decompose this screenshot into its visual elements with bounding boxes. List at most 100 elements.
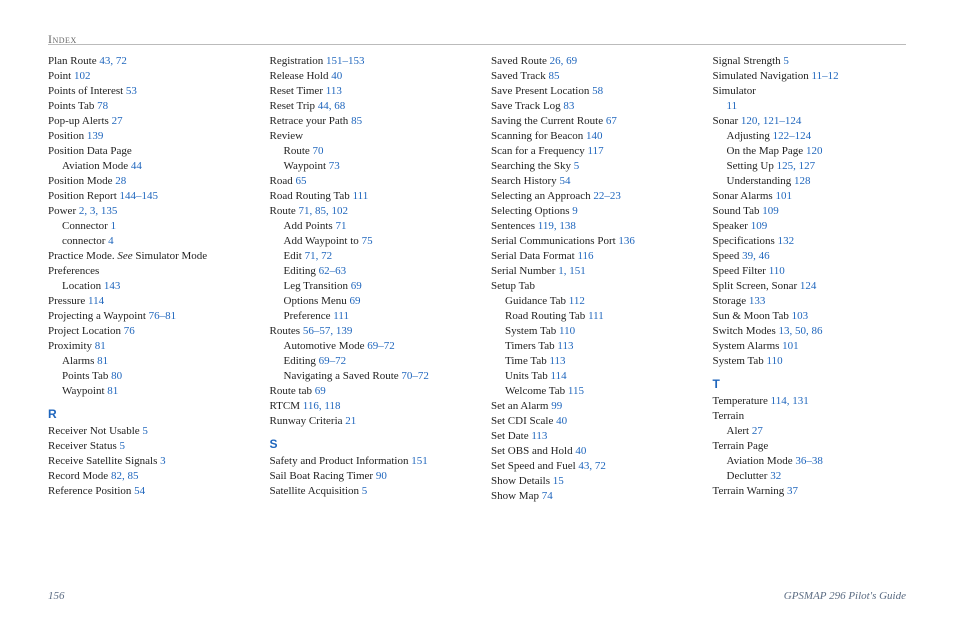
entry-pages[interactable]: 67	[606, 115, 617, 127]
entry-pages[interactable]: 5	[142, 425, 148, 437]
entry-pages[interactable]: 140	[586, 130, 603, 142]
entry-pages[interactable]: 83	[563, 100, 574, 112]
entry-pages[interactable]: 114	[550, 370, 566, 382]
entry-pages[interactable]: 65	[295, 175, 306, 187]
entry-pages[interactable]: 76	[124, 325, 135, 337]
entry-pages[interactable]: 37	[787, 485, 798, 497]
entry-pages[interactable]: 26, 69	[550, 55, 578, 67]
entry-pages[interactable]: 78	[97, 100, 108, 112]
entry-pages[interactable]: 70–72	[401, 370, 429, 382]
entry-pages[interactable]: 143	[104, 280, 121, 292]
entry-pages[interactable]: 82, 85	[111, 470, 139, 482]
entry-pages[interactable]: 120, 121–124	[741, 115, 802, 127]
entry-pages[interactable]: 9	[572, 205, 578, 217]
entry-pages[interactable]: 85	[351, 115, 362, 127]
entry-pages[interactable]: 151	[411, 455, 428, 467]
entry-pages[interactable]: 15	[553, 475, 564, 487]
entry-pages[interactable]: 40	[556, 415, 567, 427]
entry-pages[interactable]: 102	[74, 70, 91, 82]
entry-pages[interactable]: 73	[329, 160, 340, 172]
entry-pages[interactable]: 5	[362, 485, 368, 497]
entry-pages[interactable]: 75	[362, 235, 373, 247]
entry-pages[interactable]: 71	[335, 220, 346, 232]
entry-pages[interactable]: 116	[577, 250, 593, 262]
entry-pages[interactable]: 151–153	[326, 55, 365, 67]
entry-pages[interactable]: 11–12	[811, 70, 838, 82]
entry-pages[interactable]: 28	[115, 175, 126, 187]
entry-pages[interactable]: 56–57, 139	[303, 325, 353, 337]
entry-pages[interactable]: 111	[333, 310, 349, 322]
entry-pages[interactable]: 110	[767, 355, 783, 367]
entry-pages[interactable]: 119, 138	[538, 220, 576, 232]
entry-pages[interactable]: 115	[568, 385, 584, 397]
entry-pages[interactable]: 69	[350, 295, 361, 307]
entry-pages[interactable]: 101	[775, 190, 792, 202]
entry-pages[interactable]: 27	[752, 425, 763, 437]
entry-pages[interactable]: 110	[769, 265, 785, 277]
entry-pages[interactable]: 111	[353, 190, 369, 202]
entry-pages[interactable]: 5	[783, 55, 789, 67]
entry-pages[interactable]: 11	[727, 100, 738, 112]
entry-pages[interactable]: 109	[762, 205, 779, 217]
entry-pages[interactable]: 21	[345, 415, 356, 427]
entry-pages[interactable]: 122–124	[773, 130, 812, 142]
entry-pages[interactable]: 54	[559, 175, 570, 187]
entry-pages[interactable]: 5	[119, 440, 125, 452]
entry-pages[interactable]: 5	[574, 160, 580, 172]
entry-pages[interactable]: 62–63	[319, 265, 347, 277]
entry-pages[interactable]: 74	[542, 490, 553, 502]
entry-pages[interactable]: 3	[160, 455, 166, 467]
entry-pages[interactable]: 71, 72	[305, 250, 333, 262]
entry-pages[interactable]: 124	[800, 280, 817, 292]
entry-pages[interactable]: 139	[87, 130, 104, 142]
entry-pages[interactable]: 1	[111, 220, 117, 232]
entry-pages[interactable]: 133	[749, 295, 766, 307]
entry-pages[interactable]: 116, 118	[303, 400, 341, 412]
entry-pages[interactable]: 81	[95, 340, 106, 352]
entry-pages[interactable]: 114	[88, 295, 104, 307]
entry-pages[interactable]: 69	[351, 280, 362, 292]
entry-pages[interactable]: 43, 72	[99, 55, 127, 67]
entry-pages[interactable]: 69–72	[319, 355, 347, 367]
entry-pages[interactable]: 13, 50, 86	[779, 325, 823, 337]
entry-pages[interactable]: 81	[107, 385, 118, 397]
entry-pages[interactable]: 136	[618, 235, 635, 247]
entry-pages[interactable]: 32	[770, 470, 781, 482]
entry-pages[interactable]: 144–145	[120, 190, 159, 202]
entry-pages[interactable]: 4	[108, 235, 114, 247]
entry-pages[interactable]: 40	[575, 445, 586, 457]
entry-pages[interactable]: 22–23	[593, 190, 621, 202]
entry-pages[interactable]: 1, 151	[558, 265, 586, 277]
entry-pages[interactable]: 76–81	[149, 310, 177, 322]
entry-pages[interactable]: 2, 3, 135	[79, 205, 118, 217]
entry-pages[interactable]: 109	[751, 220, 768, 232]
entry-pages[interactable]: 80	[111, 370, 122, 382]
entry-pages[interactable]: 36–38	[795, 455, 823, 467]
entry-pages[interactable]: 113	[549, 355, 565, 367]
entry-pages[interactable]: 113	[326, 85, 342, 97]
entry-pages[interactable]: 113	[557, 340, 573, 352]
entry-pages[interactable]: 40	[331, 70, 342, 82]
entry-pages[interactable]: 69–72	[367, 340, 395, 352]
entry-pages[interactable]: 117	[588, 145, 604, 157]
entry-pages[interactable]: 113	[531, 430, 547, 442]
entry-pages[interactable]: 132	[778, 235, 795, 247]
entry-pages[interactable]: 128	[794, 175, 811, 187]
entry-pages[interactable]: 103	[792, 310, 809, 322]
entry-pages[interactable]: 90	[376, 470, 387, 482]
entry-pages[interactable]: 125, 127	[777, 160, 816, 172]
entry-pages[interactable]: 58	[592, 85, 603, 97]
entry-pages[interactable]: 110	[559, 325, 575, 337]
entry-pages[interactable]: 54	[134, 485, 145, 497]
entry-pages[interactable]: 53	[126, 85, 137, 97]
entry-pages[interactable]: 71, 85, 102	[299, 205, 349, 217]
entry-pages[interactable]: 111	[588, 310, 604, 322]
entry-pages[interactable]: 69	[315, 385, 326, 397]
entry-pages[interactable]: 114, 131	[771, 395, 809, 407]
entry-pages[interactable]: 85	[548, 70, 559, 82]
entry-pages[interactable]: 39, 46	[742, 250, 770, 262]
entry-pages[interactable]: 81	[97, 355, 108, 367]
entry-pages[interactable]: 43, 72	[578, 460, 606, 472]
entry-pages[interactable]: 101	[782, 340, 799, 352]
entry-pages[interactable]: 70	[313, 145, 324, 157]
